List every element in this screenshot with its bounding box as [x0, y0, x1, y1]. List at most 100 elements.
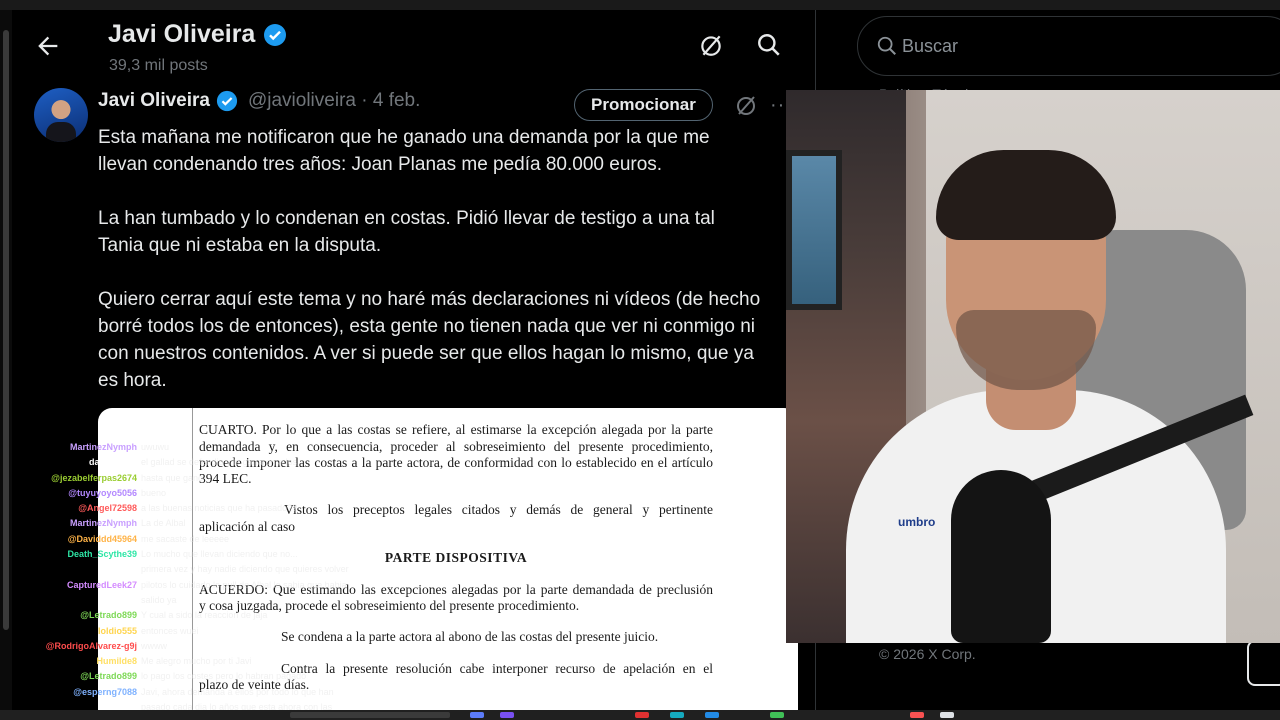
chat-text: el gallad se defendio y le ganaron a los — [141, 457, 298, 468]
webcam-overlay: umbro — [786, 90, 1280, 643]
chat-username: loldio555 — [97, 625, 137, 636]
chat-username: @Daviddd45964 — [67, 533, 137, 544]
grok-icon[interactable] — [698, 32, 724, 58]
chat-message: salido ya — [12, 593, 352, 608]
chat-message: @Angel72598 a las buenas noticias que ha … — [12, 501, 352, 516]
header-name: Javi Oliveira — [108, 20, 256, 48]
post-paragraph: La han tumbado y lo condenan en costas. … — [98, 208, 715, 256]
verified-badge-icon — [216, 90, 238, 112]
chat-message: Humilde8 Me alegro mucho por ti Javi — [12, 654, 352, 669]
search-input[interactable] — [902, 31, 1262, 61]
search-icon[interactable] — [756, 32, 782, 58]
chat-message: MartinezNymph uwuwu — [12, 440, 352, 455]
streamer-hair — [936, 150, 1116, 240]
chat-text: bueno — [141, 487, 167, 498]
scrollbar[interactable] — [0, 10, 12, 710]
chat-message: @Letrado899 Y cual a sido la reaccion de … — [12, 608, 352, 623]
chat-message: @jezabelferpas2674 hasta que gano — [12, 471, 352, 486]
document-line: CUARTO. Por lo que a las costas se refie… — [199, 422, 713, 437]
chat-text: entonces wuei — [141, 625, 199, 636]
copyright: © 2026 X Corp. — [879, 646, 976, 662]
chat-text: Javi, ahora demanda a ellos por todo lo … — [141, 686, 334, 697]
taskbar-icon[interactable] — [770, 712, 784, 718]
chat-text: pasado cada dia lo años que esta ahora c… — [141, 702, 333, 710]
chat-message: loldio555 entonces wuei — [12, 624, 352, 639]
chat-text: uwuwu — [141, 442, 170, 452]
taskbar-icon[interactable] — [635, 712, 649, 718]
chat-message: CapturedLeek27 pilotos lo cuidado lo pull… — [12, 578, 352, 593]
chat-username: @Angel72598 — [78, 503, 137, 514]
chat-text: pilotos lo cuidado lo pull de Albal lo s… — [141, 579, 347, 590]
chat-message: Death_Scythe39 Lo mucho que llevan dicien… — [12, 547, 352, 562]
avatar[interactable] — [34, 88, 88, 142]
chat-username: MartinezNymph — [69, 442, 137, 452]
chat-message: @tuyuyoyo5056 bueno — [12, 486, 352, 501]
chat-username — [12, 562, 141, 577]
scrollbar-thumb[interactable] — [3, 30, 9, 630]
chat-message: primera vez y hay nadie diciendo que qui… — [12, 562, 352, 577]
chat-text: Me alegro mucho por ti Javi — [141, 656, 252, 667]
chat-message: danigoto14 el gallad se defendio y le gan… — [12, 455, 352, 470]
promote-button[interactable]: Promocionar — [574, 89, 713, 121]
taskbar-icon[interactable] — [500, 712, 514, 718]
taskbar-item[interactable] — [290, 712, 450, 718]
chat-message: @esperng7088 Javi, ahora demanda a ellos … — [12, 685, 352, 700]
search-box[interactable] — [857, 16, 1280, 76]
verified-badge-icon — [264, 23, 287, 46]
posts-count: 39,3 mil posts — [109, 57, 208, 74]
chat-username — [12, 593, 141, 608]
taskbar-icon[interactable] — [910, 712, 924, 718]
main-column: Javi Oliveira 39,3 mil posts Javi Olivei… — [12, 10, 816, 710]
post-author-name[interactable]: Javi Oliveira — [98, 90, 210, 112]
shirt-logo: umbro — [898, 515, 936, 529]
messages-drawer-icon[interactable] — [1247, 640, 1280, 686]
chat-username: danigoto14 — [88, 457, 137, 468]
document-line: Se condena a la parte actora al abono de… — [281, 629, 659, 644]
chat-text: salido ya — [141, 594, 177, 605]
chat-username: @tuyuyoyo5056 — [68, 487, 137, 498]
chat-text: Y cual a sido la reaccion de jaja — [141, 610, 268, 621]
chat-text: me sacaste de leeeee — [141, 533, 230, 544]
chat-username: CapturedLeek27 — [66, 579, 137, 590]
chat-username: Death_Scythe39 — [67, 549, 137, 560]
stream-chat-overlay: MartinezNymph uwuwu danigoto14 el gallad se… — [12, 440, 352, 710]
chat-username: MartinezNymph — [69, 518, 137, 529]
post-paragraph: Esta mañana me notificaron que he ganado… — [98, 127, 710, 175]
search-icon — [877, 36, 896, 55]
chat-username: @Letrado899 — [80, 671, 137, 682]
chat-text: primera vez y hay nadie diciendo que qui… — [141, 564, 349, 575]
taskbar — [0, 710, 1280, 720]
webcam-monitor — [786, 150, 842, 310]
taskbar-icon[interactable] — [670, 712, 684, 718]
chat-message: @RodrigoAlvarez-g9j wwww — [12, 639, 352, 654]
post-paragraph: Quiero cerrar aquí este tema y no haré m… — [98, 289, 761, 391]
post-header: Javi Oliveira @javioliveira · 4 feb. — [98, 90, 420, 112]
chat-text: lo pago los costes pero lo habran pagado — [141, 671, 307, 682]
chat-text: hasta que gano — [141, 472, 204, 483]
taskbar-icon[interactable] — [940, 712, 954, 718]
chat-text: La de Albal — [141, 518, 186, 529]
chat-username: @RodrigoAlvarez-g9j — [45, 640, 137, 651]
chat-text: wwww — [141, 640, 167, 651]
chat-text: a las buenas noticias que ha pasado?? — [141, 503, 298, 514]
profile-header: Javi Oliveira 39,3 mil posts — [12, 10, 815, 86]
chat-username: Humilde8 — [96, 656, 137, 667]
back-arrow-icon[interactable] — [34, 32, 62, 60]
browser-top-strip — [0, 0, 1280, 10]
taskbar-icon[interactable] — [470, 712, 484, 718]
chat-message: pasado cada dia lo años que esta ahora c… — [12, 700, 352, 710]
chat-message: @Daviddd45964 me sacaste de leeeee — [12, 532, 352, 547]
chat-username: @jezabelferpas2674 — [51, 472, 137, 483]
post-handle-date[interactable]: @javioliveira · 4 feb. — [248, 90, 420, 112]
header-title: Javi Oliveira — [108, 20, 287, 49]
taskbar-icon[interactable] — [705, 712, 719, 718]
chat-message: @Letrado899 lo pago los costes pero lo ha… — [12, 669, 352, 684]
chat-message: MartinezNymph La de Albal — [12, 516, 352, 531]
chat-username: @esperng7088 — [73, 686, 137, 697]
chat-username: @Letrado899 — [80, 610, 137, 621]
grok-icon[interactable] — [734, 93, 758, 117]
microphone — [951, 470, 1051, 643]
chat-text: Lo mucho que llevan diciendo que no... — [141, 549, 298, 560]
chat-username — [12, 700, 141, 710]
post-text: Esta mañana me notificaron que he ganado… — [98, 124, 815, 421]
